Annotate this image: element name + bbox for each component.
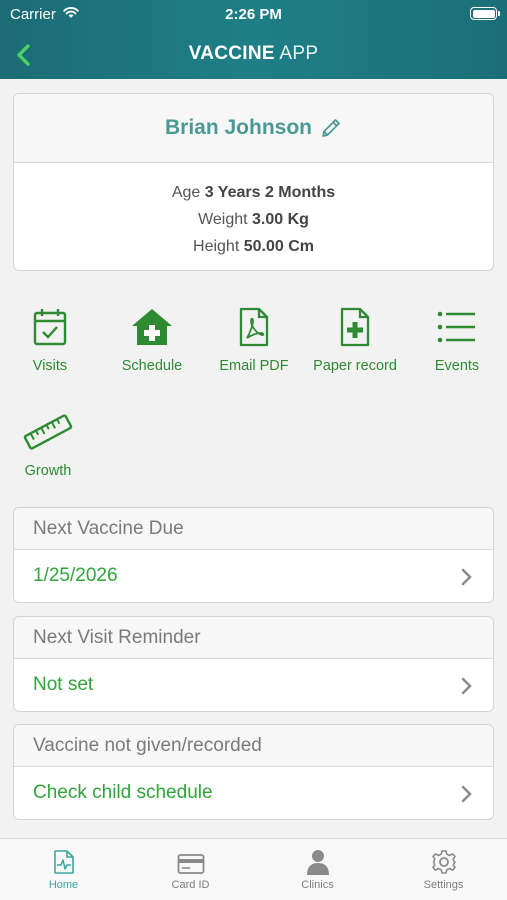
height-value: 50.00 Cm [243,238,314,255]
pencil-edit-icon[interactable] [320,117,342,139]
profile-card: Brian Johnson Age 3 Years 2 Months Weigh… [13,93,494,271]
email-pdf-action[interactable]: Email PDF [204,305,304,374]
next-visit-row[interactable]: Not set [14,659,493,711]
chevron-right-icon [461,568,472,586]
ruler-icon [23,414,73,450]
app-title-bold: VACCINE [188,43,275,64]
weight-label: Weight [198,211,253,228]
paper-record-action[interactable]: Paper record [305,305,405,374]
weight-value: 3.00 Kg [252,211,309,228]
tab-clinics[interactable]: Clinics [254,839,381,900]
email-pdf-label: Email PDF [219,358,289,374]
home-document-icon [53,850,74,874]
chevron-right-icon [461,677,472,695]
tab-home-label: Home [48,879,79,891]
tab-settings[interactable]: Settings [380,839,507,900]
status-bar: Carrier 2:26 PM [0,0,507,30]
paper-record-label: Paper record [313,358,397,374]
id-card-icon [177,854,204,874]
vaccine-not-given-value: Check child schedule [33,782,213,803]
events-action[interactable]: Events [407,305,507,374]
app-title-light: APP [274,43,319,64]
calendar-check-icon [33,309,67,346]
vaccine-not-given-row[interactable]: Check child schedule [14,767,493,819]
child-name: Brian Johnson [164,116,312,139]
age-value: 3 Years 2 Months [204,184,336,201]
profile-header: Brian Johnson [14,94,493,163]
list-icon [437,311,475,343]
file-plus-icon [340,307,370,347]
vaccine-not-given-section: Vaccine not given/recorded Check child s… [13,724,494,820]
pdf-file-icon [239,307,269,347]
next-visit-header: Next Visit Reminder [14,617,493,659]
next-visit-section: Next Visit Reminder Not set [13,616,494,712]
next-vaccine-row[interactable]: 1/25/2026 [14,550,493,602]
next-vaccine-header: Next Vaccine Due [14,508,493,550]
tab-home[interactable]: Home [0,839,127,900]
visits-label: Visits [32,358,68,374]
next-vaccine-date: 1/25/2026 [33,565,118,586]
growth-label: Growth [24,463,72,479]
visits-action[interactable]: Visits [0,305,100,374]
events-label: Events [434,358,480,374]
tab-card-id[interactable]: Card ID [127,839,254,900]
tab-clinics-label: Clinics [301,879,334,891]
next-vaccine-section: Next Vaccine Due 1/25/2026 [13,507,494,603]
age-label: Age [171,184,205,201]
person-icon [306,850,329,875]
tab-bar: Home Card ID Clinics Settings [0,838,507,900]
growth-action[interactable]: Growth [0,410,98,479]
vaccine-not-given-header: Vaccine not given/recorded [14,725,493,767]
chevron-right-icon [461,785,472,803]
schedule-action[interactable]: Schedule [102,305,202,374]
age-line: Age 3 Years 2 Months [14,179,493,206]
clock: 2:26 PM [225,6,282,23]
weight-line: Weight 3.00 Kg [14,206,493,233]
battery-icon [470,7,500,20]
gear-icon [431,850,456,874]
nav-bar: VACCINE APP [0,30,507,79]
height-line: Height 50.00 Cm [14,233,493,260]
child-stats: Age 3 Years 2 Months Weight 3.00 Kg Heig… [14,163,493,260]
height-label: Height [193,238,244,255]
schedule-label: Schedule [121,358,183,374]
tab-card-id-label: Card ID [171,879,210,891]
top-bar: Carrier 2:26 PM VACCINE APP [0,0,507,79]
tab-settings-label: Settings [423,879,464,891]
app-title: VACCINE APP [0,43,507,65]
next-visit-value: Not set [33,674,94,695]
house-plus-icon [132,309,172,345]
